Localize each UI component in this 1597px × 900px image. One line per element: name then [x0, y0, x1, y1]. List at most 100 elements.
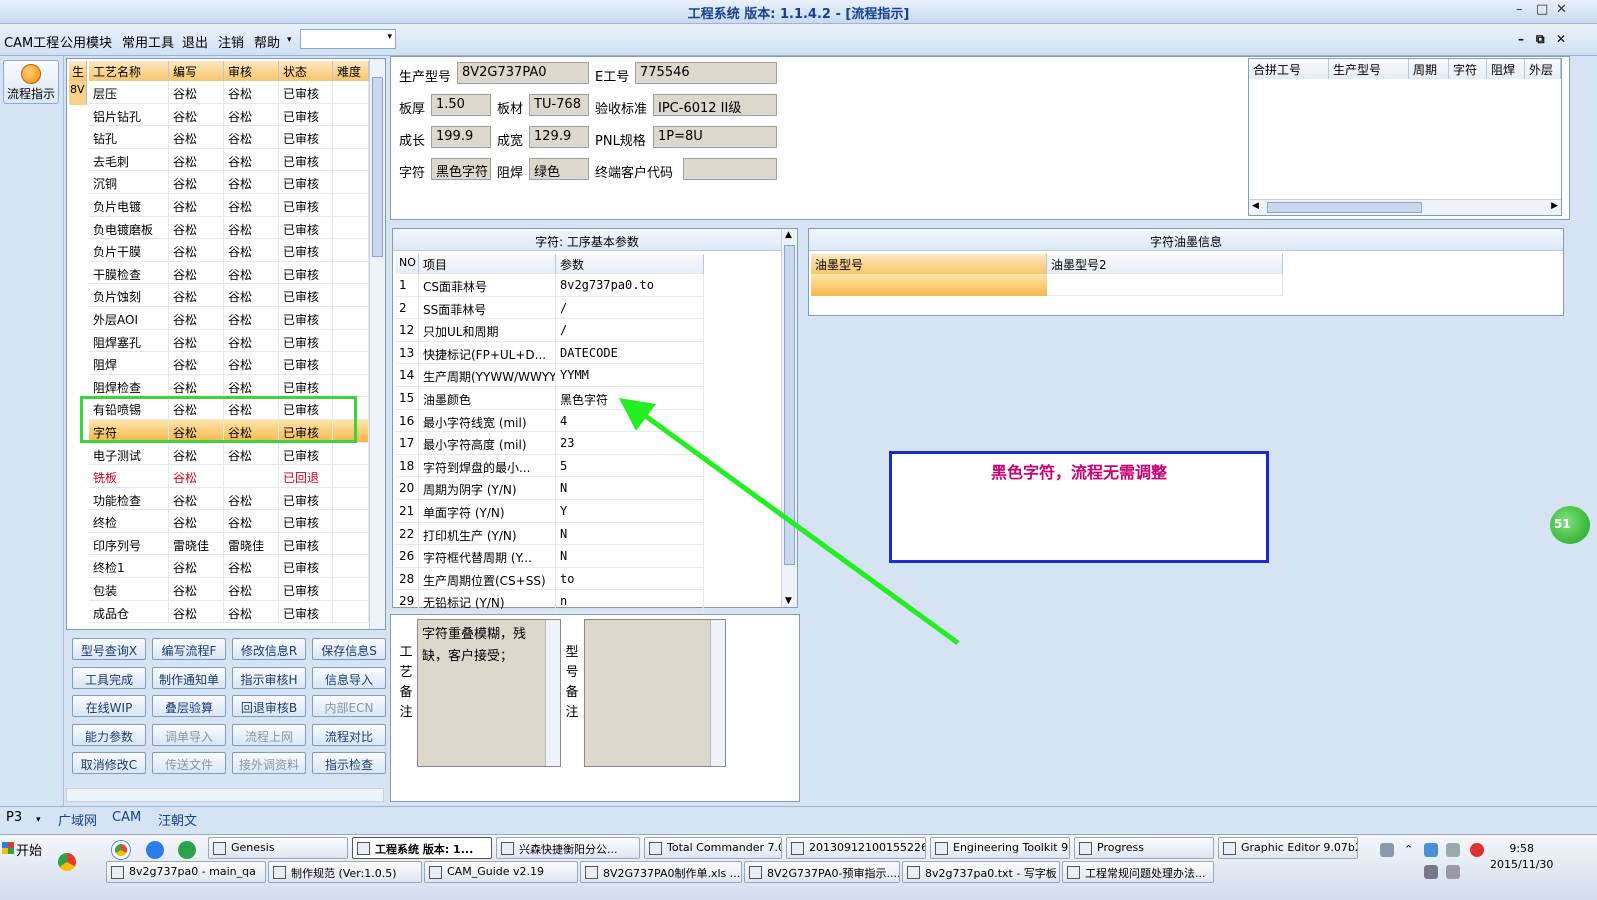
menu-exit[interactable]: 退出 [182, 32, 208, 51]
table-row[interactable]: 钻孔 谷松 谷松 已审核 [89, 126, 369, 149]
table-row[interactable]: 1 CS面菲林号 8v2g737pa0.to [395, 274, 704, 297]
col-merge-char[interactable]: 字符 [1449, 59, 1487, 79]
action-button[interactable]: 信息导入 [312, 666, 386, 689]
col-writer[interactable]: 编写 [169, 61, 224, 81]
model-field[interactable]: 8V2G737PA0 [457, 62, 589, 84]
mask-field[interactable]: 绿色 [529, 158, 589, 180]
scroll-left-icon[interactable]: ◀ [1252, 201, 1259, 211]
mdi-restore-button[interactable]: ⧉ [1536, 32, 1545, 47]
col-merge-mask[interactable]: 阻焊 [1487, 59, 1525, 79]
chevron-down-icon[interactable]: ▾ [36, 815, 41, 825]
network-icon[interactable] [1424, 865, 1438, 879]
mdi-close-button[interactable]: ✕ [1556, 32, 1566, 46]
tray-expand-icon[interactable]: ⌃ [1404, 843, 1418, 857]
app-icon[interactable] [178, 841, 196, 859]
action-button[interactable]: 型号查询X [72, 638, 146, 660]
action-button[interactable]: 能力参数 [72, 723, 146, 746]
col-no[interactable]: NO [395, 254, 419, 274]
tab-cam[interactable]: CAM [112, 810, 141, 825]
taskbar-window-button[interactable]: 8v2g737pa0.txt - 写字板 [902, 861, 1060, 883]
action-button[interactable]: 调单导入 [152, 723, 226, 746]
taskbar-window-button[interactable]: Progress [1074, 837, 1214, 859]
table-row[interactable]: 阻焊检查 谷松 谷松 已审核 [89, 374, 369, 398]
notes-scrollbar[interactable] [710, 620, 725, 766]
length-field[interactable]: 199.9 [431, 126, 491, 148]
model-notes-field[interactable] [584, 619, 726, 767]
merge-grid-scrollbar[interactable]: ◀ ▶ [1249, 199, 1561, 215]
action-button[interactable]: 流程对比 [312, 723, 386, 746]
taskbar-window-button[interactable]: Graphic Editor 9.07b2... [1218, 837, 1358, 859]
taskbar-window-button[interactable]: Genesis [208, 837, 348, 859]
table-row[interactable]: 2 SS面菲林号 / [395, 296, 704, 320]
ie-icon[interactable] [146, 841, 164, 859]
col-process-name[interactable]: 工艺名称 [89, 61, 169, 81]
scroll-right-icon[interactable]: ▶ [1551, 201, 1558, 211]
start-button[interactable]: 开始 [0, 837, 46, 861]
table-row[interactable]: 终检 谷松 谷松 已审核 [89, 510, 369, 533]
action-button[interactable]: 取消修改C [72, 752, 146, 774]
taskbar-window-button[interactable]: 工程常规问题处理办法... [1062, 861, 1214, 883]
col-ink-model[interactable]: 油墨型号 [811, 254, 1047, 274]
table-row[interactable]: 15 油墨颜色 黑色字符 [395, 386, 704, 410]
menu-combo-box[interactable]: ▾ [300, 29, 396, 49]
eno-field[interactable]: 775546 [635, 62, 777, 84]
material-field[interactable]: TU-768 [529, 94, 589, 116]
table-row[interactable]: 负片干膜 谷松 谷松 已审核 [89, 239, 369, 262]
table-row[interactable]: 28 生产周期位置(CS+SS) to [395, 567, 704, 591]
char-field[interactable]: 黑色字符 [431, 158, 491, 180]
taskbar-window-button[interactable]: 制作规范 (Ver:1.0.5) [268, 861, 422, 883]
table-row[interactable]: 负片蚀刻 谷松 谷松 已审核 [89, 284, 369, 307]
table-row[interactable]: 20 周期为阴字 (Y/N) N [395, 477, 704, 500]
table-row[interactable]: 去毛刺 谷松 谷松 已审核 [89, 148, 369, 172]
table-row[interactable]: 印序列号 雷晓佳 雷晓佳 已审核 [89, 532, 369, 556]
action-button[interactable]: 工具完成 [72, 666, 146, 689]
tray-icon[interactable] [1424, 843, 1438, 857]
col-merge-period[interactable]: 周期 [1409, 59, 1449, 79]
side-float-badge[interactable]: 51 [1550, 506, 1590, 544]
table-row[interactable]: 负电镀磨板 谷松 谷松 已审核 [89, 216, 369, 240]
col-ink-model2[interactable]: 油墨型号2 [1047, 254, 1283, 274]
left-horizontal-scrollbar[interactable] [66, 788, 384, 802]
action-button[interactable]: 回退审核B [232, 695, 306, 717]
tab-wan[interactable]: 广域网 [58, 810, 97, 829]
tab-user[interactable]: 汪朝文 [158, 810, 197, 829]
table-row[interactable]: 22 打印机生产 (Y/N) N [395, 522, 704, 546]
action-button[interactable]: 保存信息S [312, 638, 386, 660]
action-button[interactable]: 叠层验算 [152, 695, 226, 717]
menu-tools[interactable]: 常用工具 [122, 32, 174, 51]
table-row[interactable]: 电子测试 谷松 谷松 已审核 [89, 442, 369, 466]
col-merge-outer[interactable]: 外层 [1525, 59, 1561, 79]
menu-help[interactable]: 帮助 [254, 32, 280, 51]
customer-field[interactable] [683, 158, 777, 180]
tray-icon[interactable] [1446, 843, 1460, 857]
taskbar-window-button[interactable]: CAM_Guide v2.19 [424, 861, 578, 883]
system-clock[interactable]: 9:58 2015/11/30 [1490, 841, 1553, 873]
maximize-button[interactable]: □ [1536, 2, 1548, 17]
mdi-minimize-button[interactable]: – [1518, 32, 1524, 46]
col-status[interactable]: 状态 [279, 61, 333, 81]
col-reviewer[interactable]: 审核 [224, 61, 279, 81]
table-row[interactable]: 成品仓 谷松 谷松 已审核 [89, 600, 369, 624]
table-row[interactable]: 18 字符到焊盘的最小... 5 [395, 454, 704, 478]
close-button[interactable]: ✕ [1556, 2, 1567, 17]
table-row[interactable]: 沉铜 谷松 谷松 已审核 [89, 171, 369, 194]
taskbar-window-button[interactable]: Engineering Toolkit 9.... [930, 837, 1070, 859]
col-item[interactable]: 项目 [419, 254, 556, 274]
col-value[interactable]: 参数 [556, 254, 704, 274]
minimize-button[interactable]: – [1516, 2, 1523, 17]
tray-icon[interactable] [1470, 843, 1484, 857]
table-row[interactable]: 干膜检查 谷松 谷松 已审核 [89, 261, 369, 285]
table-row[interactable]: 16 最小字符线宽 (mil) 4 [395, 409, 704, 433]
table-row[interactable]: 包装 谷松 谷松 已审核 [89, 578, 369, 601]
col-difficulty[interactable]: 难度 [333, 61, 369, 81]
stub-cell[interactable]: 8V [69, 81, 86, 98]
table-row[interactable]: 铝片钻孔 谷松 谷松 已审核 [89, 103, 369, 127]
action-button[interactable]: 内部ECN [312, 695, 386, 717]
taskbar-window-button[interactable]: Total Commander 7.0... [644, 837, 782, 859]
taskbar-window-button[interactable]: 8v2g737pa0 - main_qa [106, 861, 266, 883]
col-merge-model[interactable]: 生产型号 [1329, 59, 1409, 79]
pnl-field[interactable]: 1P=8U [653, 126, 777, 148]
menu-cam-project[interactable]: CAM工程 [4, 32, 59, 51]
taskbar-window-button[interactable]: 工程系统 版本: 1... [352, 837, 492, 859]
taskbar-window-button[interactable]: 兴森快捷衡阳分公... [496, 837, 640, 859]
